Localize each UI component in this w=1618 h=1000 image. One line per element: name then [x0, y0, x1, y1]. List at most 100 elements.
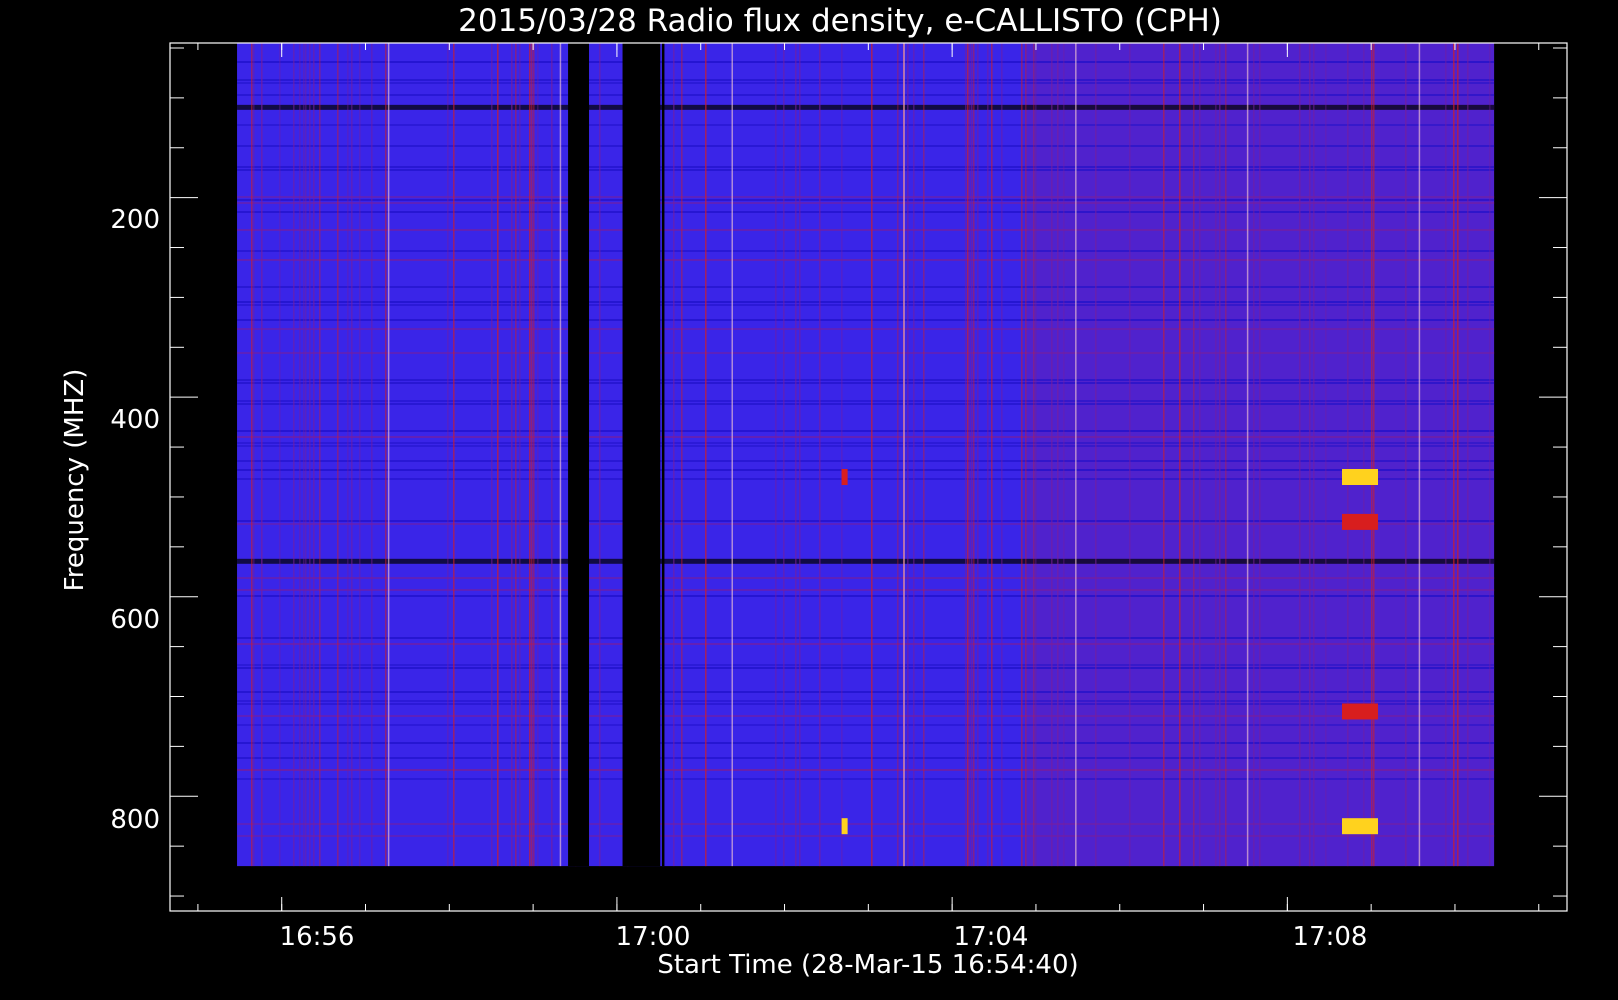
- heatmap-noise-band: [237, 715, 1495, 717]
- heatmap-noise-streak: [1095, 43, 1097, 867]
- heatmap-noise-band: [237, 742, 1495, 744]
- heatmap-noise-band: [237, 382, 1495, 384]
- heatmap-noise-streak: [303, 43, 305, 867]
- heatmap-noise-band: [237, 403, 1495, 405]
- heatmap-noise-streak: [347, 43, 349, 867]
- heatmap-bright-line: [1075, 43, 1077, 867]
- heatmap-noise-streak: [795, 43, 797, 867]
- heatmap-noise-band: [237, 202, 1495, 204]
- x-tick-label-0: 16:56: [280, 922, 355, 952]
- heatmap-noise-streak: [337, 43, 339, 867]
- heatmap-bright-line: [903, 43, 905, 867]
- heatmap-noise-band: [237, 823, 1495, 825]
- heatmap-noise-band: [237, 445, 1495, 447]
- heatmap-bright-line: [1418, 43, 1421, 867]
- heatmap-noise-band: [237, 667, 1495, 669]
- heatmap: [237, 43, 1495, 867]
- heatmap-noise-band: [237, 637, 1495, 639]
- heatmap-noise-streak: [965, 43, 967, 867]
- heatmap-bright-line: [1246, 43, 1249, 867]
- heatmap-noise-streak: [1193, 43, 1195, 867]
- heatmap-noise-streak: [871, 43, 873, 867]
- heatmap-noise-streak: [1021, 43, 1023, 867]
- heatmap-noise-streak: [497, 43, 499, 867]
- heatmap-data-gap: [622, 43, 661, 867]
- heatmap-noise-band: [237, 301, 1495, 303]
- heatmap-noise-streak: [551, 43, 553, 867]
- heatmap-noise-band: [237, 286, 1495, 288]
- heatmap-noise-band: [237, 229, 1495, 231]
- heatmap-noise-streak: [1325, 43, 1327, 867]
- heatmap-bright-spot: [1342, 469, 1379, 485]
- heatmap-noise-streak: [1453, 43, 1455, 867]
- heatmap-noise-streak: [529, 43, 531, 867]
- heatmap-noise-streak: [1457, 43, 1459, 867]
- heatmap-noise-band: [237, 145, 1495, 147]
- heatmap-bright-spot: [841, 818, 848, 835]
- heatmap-bright-spot: [1342, 513, 1379, 530]
- heatmap-noise-band: [237, 436, 1495, 438]
- heatmap-noise-streak: [1225, 43, 1227, 867]
- heatmap-noise-band: [237, 703, 1495, 705]
- heatmap-noise-band: [237, 724, 1495, 726]
- spectrogram-chart: 2015/03/28 Radio flux density, e-CALLIST…: [0, 0, 1618, 1000]
- x-tick-label-3: 17:08: [1293, 922, 1368, 952]
- heatmap-noise-streak: [1199, 43, 1201, 867]
- heatmap-noise-streak: [977, 43, 979, 867]
- heatmap-noise-streak: [969, 43, 971, 867]
- heatmap-bright-line: [559, 43, 562, 867]
- heatmap-noise-streak: [1373, 43, 1375, 867]
- x-tick-label-1: 17:00: [616, 922, 691, 952]
- heatmap-noise-streak: [1313, 43, 1315, 867]
- heatmap-noise-band: [237, 589, 1495, 591]
- heatmap-dark-band: [237, 104, 1495, 110]
- y-tick-label-2: 600: [110, 605, 160, 635]
- heatmap-noise-streak: [673, 43, 675, 867]
- heatmap-noise-streak: [253, 43, 255, 867]
- heatmap-noise-band: [237, 691, 1495, 693]
- heatmap-noise-band: [237, 169, 1495, 171]
- heatmap-bright-line: [387, 43, 390, 867]
- heatmap-noise-streak: [1371, 43, 1373, 867]
- heatmap-noise-band: [237, 577, 1495, 579]
- heatmap-noise-streak: [775, 43, 777, 867]
- heatmap-noise-streak: [973, 43, 975, 867]
- heatmap-noise-streak: [359, 43, 361, 867]
- heatmap-noise-streak: [371, 43, 373, 867]
- heatmap-noise-band: [237, 835, 1495, 837]
- heatmap-data-gap: [661, 43, 665, 867]
- heatmap-noise-band: [237, 430, 1495, 432]
- heatmap-noise-streak: [385, 43, 387, 867]
- heatmap-noise-band: [237, 769, 1495, 771]
- heatmap-noise-streak: [1259, 43, 1261, 867]
- heatmap-noise-band: [237, 523, 1495, 525]
- heatmap-data-gap: [568, 43, 590, 867]
- heatmap-noise-streak: [1363, 43, 1365, 867]
- heatmap-noise-streak: [1129, 43, 1131, 867]
- heatmap-noise-streak: [897, 43, 899, 867]
- heatmap-noise-band: [237, 778, 1495, 780]
- heatmap-noise-band: [237, 259, 1495, 261]
- y-tick-label-1: 400: [110, 405, 160, 435]
- heatmap-noise-streak: [1033, 43, 1035, 867]
- heatmap-noise-band: [237, 520, 1495, 522]
- heatmap-noise-streak: [1057, 43, 1059, 867]
- heatmap-noise-band: [237, 196, 1495, 198]
- heatmap-noise-streak: [1219, 43, 1221, 867]
- x-axis-label: Start Time (28-Mar-15 16:54:40): [657, 950, 1078, 980]
- x-tick-label-2: 17:04: [954, 922, 1029, 952]
- heatmap-noise-streak: [1253, 43, 1255, 867]
- heatmap-noise-streak: [453, 43, 455, 867]
- heatmap-noise-streak: [1299, 43, 1301, 867]
- heatmap-bright-line: [731, 43, 733, 867]
- heatmap-noise-streak: [305, 43, 307, 867]
- heatmap-noise-streak: [1445, 43, 1447, 867]
- heatmap-noise-band: [237, 643, 1495, 645]
- heatmap-noise-streak: [1309, 43, 1311, 867]
- heatmap-noise-band: [237, 379, 1495, 381]
- heatmap-noise-streak: [519, 43, 521, 867]
- heatmap-noise-band: [237, 478, 1495, 480]
- heatmap-noise-streak: [313, 43, 315, 867]
- heatmap-noise-band: [237, 304, 1495, 306]
- heatmap-bright-spot: [1342, 818, 1379, 835]
